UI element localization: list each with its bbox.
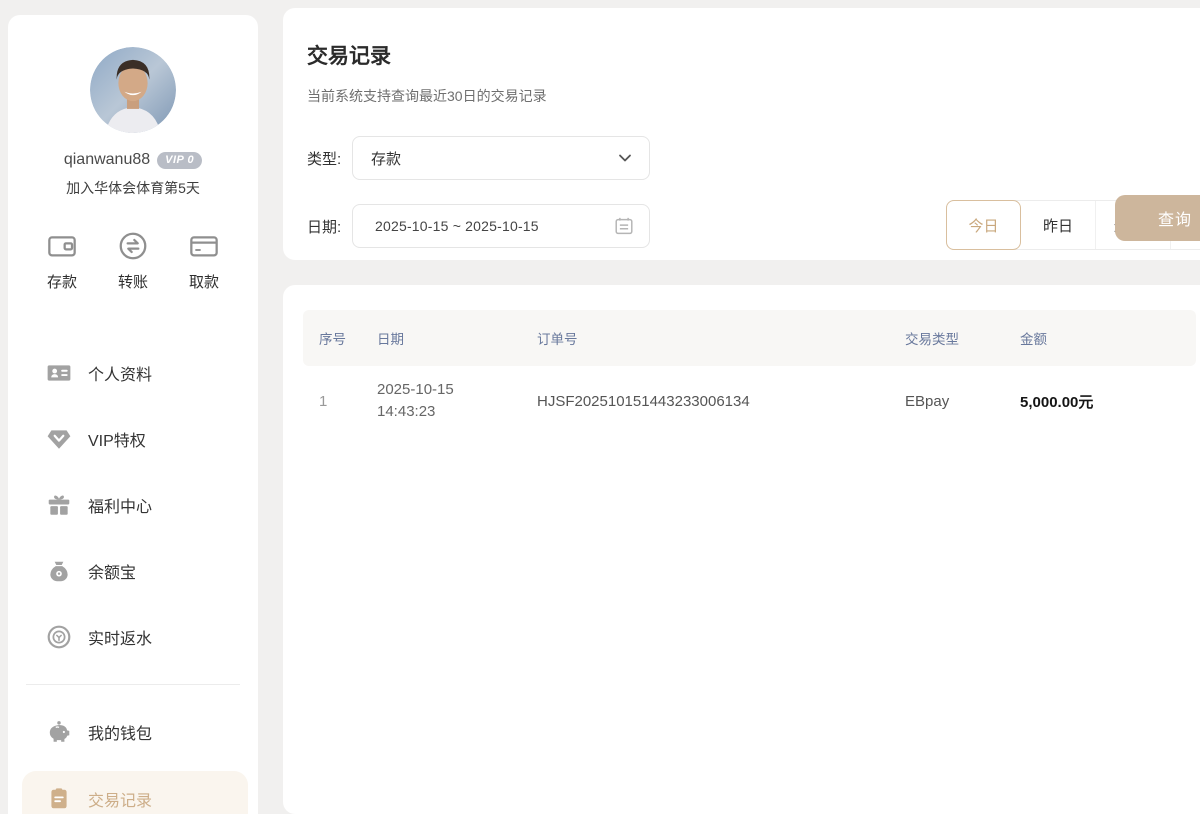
transactions-table-card: 序号 日期 订单号 交易类型 金额 1 2025-10-15 14:43:23 … (283, 285, 1200, 814)
vip-gem-icon (46, 426, 72, 452)
sidebar-item-wallet[interactable]: 我的钱包 (8, 699, 258, 765)
transaction-list-icon (46, 786, 72, 812)
sidebar-item-benefits[interactable]: 福利中心 (8, 472, 258, 538)
deposit-shortcut[interactable]: 存款 (34, 230, 90, 292)
cell-order-no: HJSF202510151443233006134 (537, 393, 905, 410)
sidebar-item-vip[interactable]: VIP特权 (8, 406, 258, 472)
sidebar-item-profile[interactable]: 个人资料 (8, 340, 258, 406)
sidebar-item-label: 交易记录 (88, 787, 152, 811)
avatar[interactable] (90, 47, 176, 133)
cell-index: 1 (319, 393, 377, 410)
quick-action-label: 存款 (47, 271, 77, 292)
calendar-icon (613, 215, 635, 237)
quick-actions: 存款 转账 取款 (8, 230, 258, 292)
gift-icon (46, 492, 72, 518)
cell-date-time: 14:43:23 (377, 401, 537, 423)
wallet-icon (46, 230, 78, 262)
range-today-button[interactable]: 今日 (946, 200, 1021, 250)
page-subtitle: 当前系统支持查询最近30日的交易记录 (283, 70, 1200, 106)
rebate-coin-icon (46, 624, 72, 650)
filter-panel: 交易记录 当前系统支持查询最近30日的交易记录 类型: 存款 日期: 2025-… (283, 8, 1200, 260)
avatar-image (90, 47, 176, 133)
sidebar-item-label: 福利中心 (88, 493, 152, 517)
date-range-input[interactable]: 2025-10-15 ~ 2025-10-15 (352, 204, 650, 248)
sidebar-menu: 个人资料 VIP特权 福利中心 余额宝 (8, 340, 258, 814)
id-card-icon (46, 360, 72, 386)
vip-badge: VIP 0 (157, 152, 202, 169)
withdraw-shortcut[interactable]: 取款 (176, 230, 232, 292)
type-select-value: 存款 (353, 148, 401, 169)
username: qianwanu88 (64, 151, 150, 169)
transfer-shortcut[interactable]: 转账 (105, 230, 161, 292)
date-range-value: 2025-10-15 ~ 2025-10-15 (353, 218, 539, 234)
sidebar-item-transactions[interactable]: 交易记录 (22, 771, 248, 814)
sidebar-item-label: 个人资料 (88, 361, 152, 385)
col-header-date: 日期 (377, 328, 537, 348)
sidebar-item-label: 我的钱包 (88, 720, 152, 744)
sidebar-item-label: VIP特权 (88, 427, 146, 451)
quick-action-label: 转账 (118, 271, 148, 292)
type-select[interactable]: 存款 (352, 136, 650, 180)
cell-amount: 5,000.00元 (1020, 391, 1196, 412)
cell-date-day: 2025-10-15 (377, 379, 537, 401)
cell-date: 2025-10-15 14:43:23 (377, 379, 537, 423)
sidebar-item-label: 实时返水 (88, 625, 152, 649)
transfer-icon (117, 230, 149, 262)
type-filter-label: 类型: (307, 148, 352, 169)
join-days-text: 加入华体会体育第5天 (8, 178, 258, 198)
chevron-down-icon (617, 150, 633, 166)
page-title: 交易记录 (283, 8, 1200, 70)
sidebar-item-label: 余额宝 (88, 559, 136, 583)
sidebar-item-rebate[interactable]: 实时返水 (8, 604, 258, 670)
bank-card-icon (188, 230, 220, 262)
table-row: 1 2025-10-15 14:43:23 HJSF20251015144323… (303, 366, 1196, 436)
cell-type: EBpay (905, 393, 1020, 410)
col-header-order: 订单号 (537, 328, 905, 348)
range-yesterday-button[interactable]: 昨日 (1021, 201, 1096, 249)
money-bag-icon (46, 558, 72, 584)
col-header-type: 交易类型 (905, 328, 1020, 348)
sidebar-item-yuebao[interactable]: 余额宝 (8, 538, 258, 604)
table-header-row: 序号 日期 订单号 交易类型 金额 (303, 310, 1196, 366)
sidebar-divider (26, 684, 240, 685)
date-filter-label: 日期: (307, 216, 352, 237)
sidebar: qianwanu88 VIP 0 加入华体会体育第5天 存款 转账 (8, 15, 258, 814)
piggy-bank-icon (46, 719, 72, 745)
quick-action-label: 取款 (189, 271, 219, 292)
col-header-amount: 金额 (1020, 328, 1196, 348)
search-button[interactable]: 查询 (1115, 195, 1200, 241)
col-header-index: 序号 (319, 328, 377, 348)
